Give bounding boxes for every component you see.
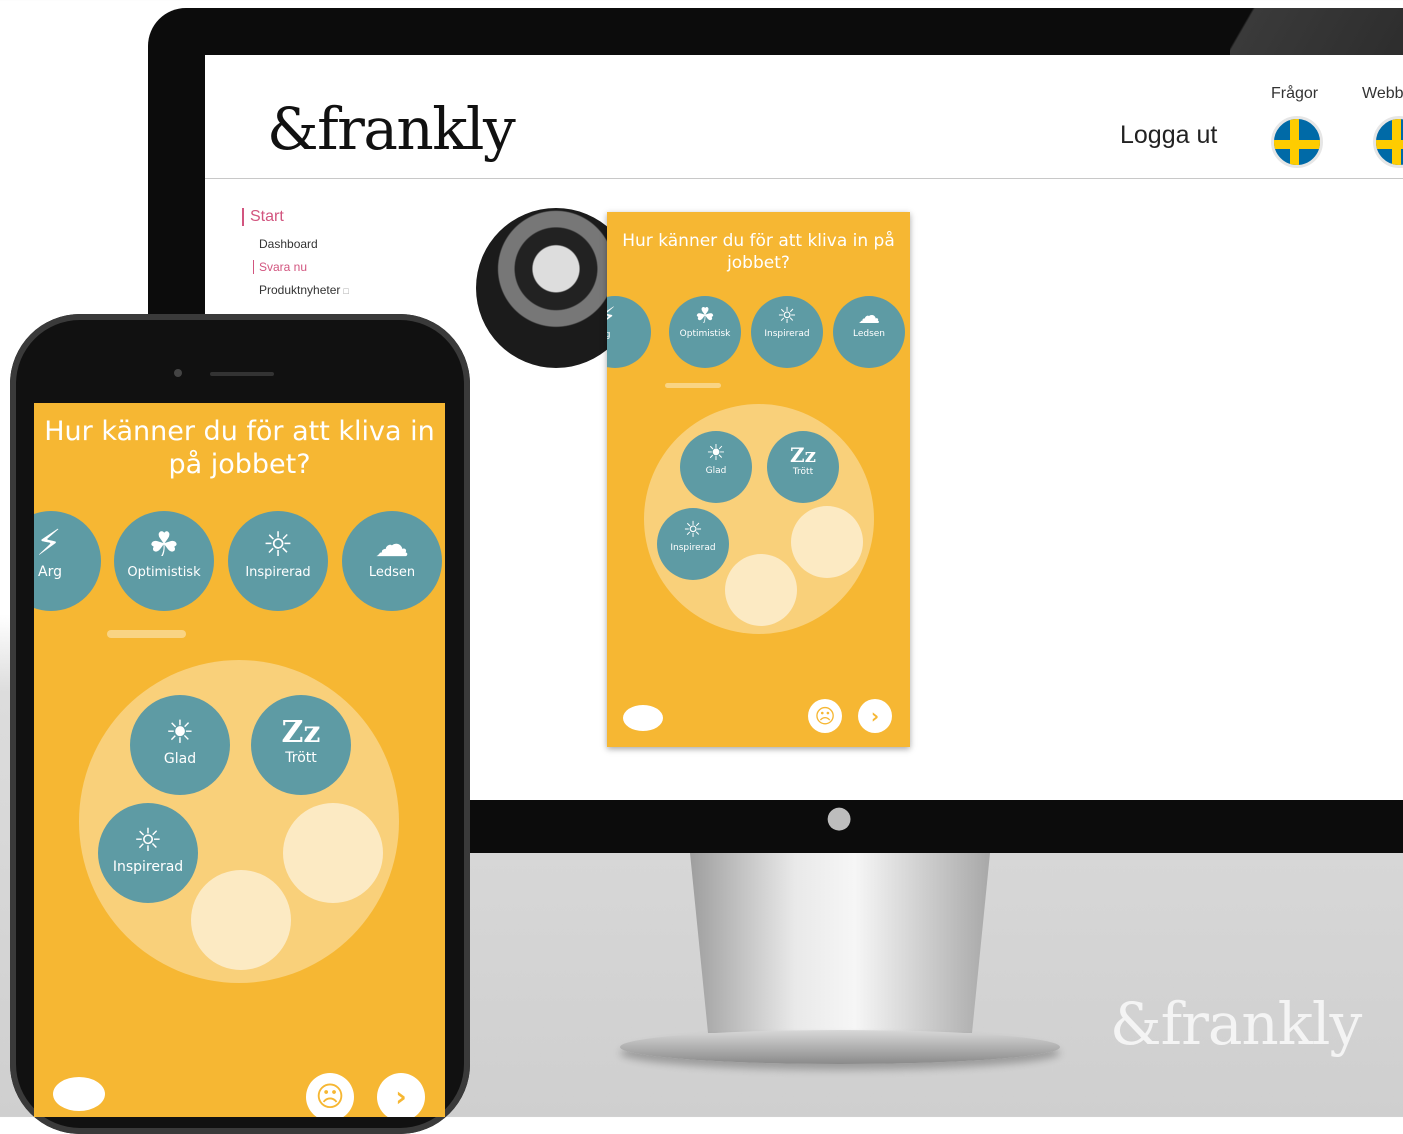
sprout-icon: ☘ xyxy=(695,304,715,329)
monitor-stand xyxy=(690,853,990,1033)
options-scrollbar[interactable] xyxy=(107,630,186,638)
logout-link[interactable]: Logga ut xyxy=(1120,121,1217,150)
monitor-gloss xyxy=(1230,8,1403,58)
lightbulb-icon: ☼ xyxy=(262,525,294,565)
sun-icon: ☀ xyxy=(706,441,726,466)
question-title: Hur känner du för att kliva in på jobbet… xyxy=(622,231,895,273)
option-inspirerad[interactable]: ☼ Inspirerad xyxy=(751,296,823,368)
rain-cloud-icon: ☁ xyxy=(375,525,409,565)
selected-inspirerad[interactable]: ☼ Inspirerad xyxy=(98,803,198,903)
sun-icon: ☀ xyxy=(165,713,195,751)
lightning-icon: ⚡ xyxy=(36,523,62,564)
phone-camera xyxy=(174,369,182,377)
web-language-label: Webb xyxy=(1362,85,1403,102)
option-ledsen[interactable]: ☁ Ledsen xyxy=(342,511,442,611)
monitor-foot xyxy=(620,1030,1060,1064)
option-arg[interactable]: ⚡ Arg xyxy=(34,511,101,611)
options-scrollbar[interactable] xyxy=(665,383,721,388)
empty-slot[interactable] xyxy=(791,506,863,578)
sleep-icon: Zz xyxy=(790,443,816,467)
survey-card-mobile: Hur känner du för att kliva in på jobbet… xyxy=(34,403,445,1117)
rain-cloud-icon: ☁ xyxy=(858,304,880,329)
selected-glad[interactable]: ☀ Glad xyxy=(680,431,752,503)
site-logo[interactable]: &frankly xyxy=(267,95,516,163)
sprout-icon: ☘ xyxy=(148,525,180,565)
option-arg[interactable]: ⚡ Arg xyxy=(607,296,651,368)
question-title: Hur känner du för att kliva in på jobbet… xyxy=(44,416,435,480)
questions-language-flag-icon[interactable] xyxy=(1271,116,1323,168)
web-language-flag-icon[interactable] xyxy=(1373,116,1403,168)
lightbulb-icon: ☼ xyxy=(133,821,163,859)
sidebar-item-product-news[interactable]: Produktnyheter □ xyxy=(259,283,349,297)
lightbulb-icon: ☼ xyxy=(683,518,703,543)
sidebar-item-label: Produktnyheter xyxy=(259,283,341,297)
option-ledsen[interactable]: ☁ Ledsen xyxy=(833,296,905,368)
questions-language-label: Frågor xyxy=(1271,85,1319,102)
selected-trott[interactable]: Zz Trött xyxy=(251,695,351,795)
empty-slot[interactable] xyxy=(191,870,291,970)
option-inspirerad[interactable]: ☼ Inspirerad xyxy=(228,511,328,611)
sleep-icon: Zz xyxy=(281,715,321,750)
empty-slot[interactable] xyxy=(283,803,383,903)
site-header: &frankly Logga ut Frågor Webb xyxy=(205,55,1403,179)
empty-slot[interactable] xyxy=(725,554,797,626)
option-optimistisk[interactable]: ☘ Optimistisk xyxy=(669,296,741,368)
sidebar-item-dashboard[interactable]: Dashboard xyxy=(259,237,318,251)
sidebar-start[interactable]: Start xyxy=(242,208,284,226)
comment-bubble-icon[interactable] xyxy=(623,705,663,731)
next-button[interactable]: › xyxy=(377,1073,425,1117)
skip-mood-icon[interactable]: ☹ xyxy=(808,699,842,733)
phone-speaker xyxy=(210,372,274,376)
watermark-logo: &frankly xyxy=(1110,990,1362,1058)
lightning-icon: ⚡ xyxy=(607,302,616,330)
selected-glad[interactable]: ☀ Glad xyxy=(130,695,230,795)
selected-trott[interactable]: Zz Trött xyxy=(767,431,839,503)
sidebar-item-answer-now[interactable]: Svara nu xyxy=(253,260,307,274)
apple-logo-icon: ● xyxy=(826,800,853,835)
selected-inspirerad[interactable]: ☼ Inspirerad xyxy=(657,508,729,580)
survey-card-desktop: Hur känner du för att kliva in på jobbet… xyxy=(607,212,910,747)
option-optimistisk[interactable]: ☘ Optimistisk xyxy=(114,511,214,611)
lightbulb-icon: ☼ xyxy=(777,304,797,329)
external-link-icon: □ xyxy=(343,286,349,296)
skip-mood-icon[interactable]: ☹ xyxy=(306,1073,354,1117)
next-button[interactable]: › xyxy=(858,699,892,733)
comment-bubble-icon[interactable] xyxy=(53,1077,105,1111)
